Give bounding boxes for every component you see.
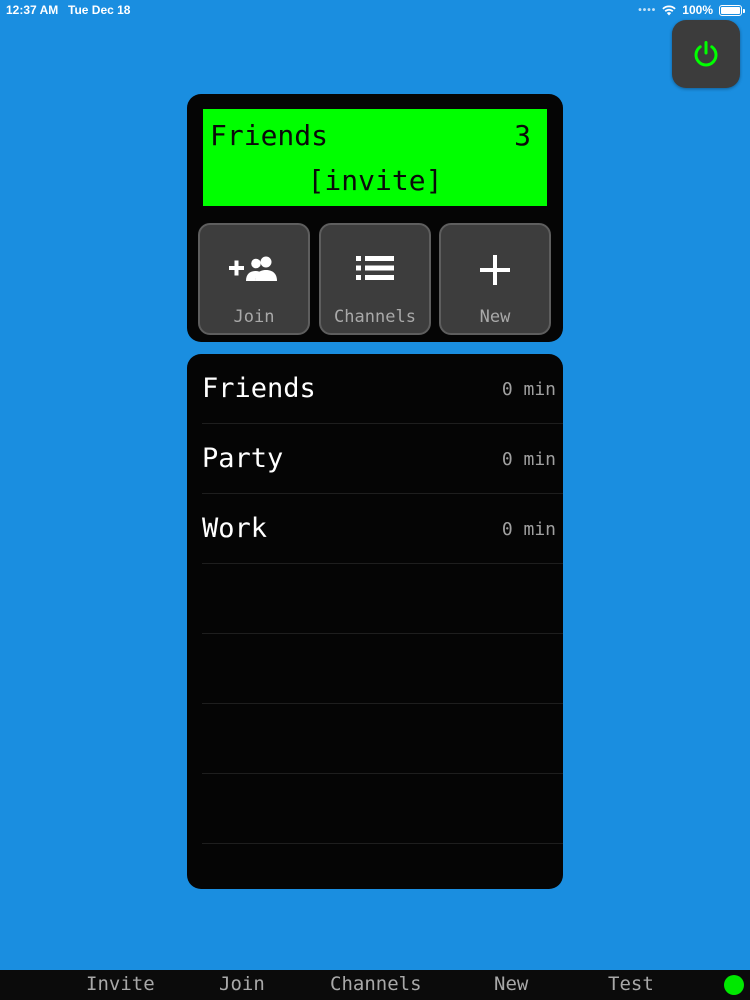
current-channel-name: Friends [210, 119, 329, 152]
connection-status-indicator [724, 975, 744, 995]
channel-time: 0 min [501, 519, 556, 540]
channel-row[interactable]: Friends 0 min [202, 354, 563, 424]
channel-display: Friends 3 [invite] [203, 109, 547, 206]
channels-button-label: Channels [334, 307, 416, 327]
empty-channel-row [202, 634, 563, 704]
empty-channel-row [202, 774, 563, 844]
wifi-icon [662, 5, 676, 15]
battery-percent: 100% [682, 3, 713, 17]
tab-test[interactable]: Test [608, 973, 654, 995]
channels-button[interactable]: Channels [319, 223, 431, 335]
channel-name: Party [202, 443, 284, 474]
power-button[interactable] [672, 20, 740, 88]
tab-channels[interactable]: Channels [330, 973, 422, 995]
channel-user-count: 3 [514, 119, 531, 152]
channel-name: Friends [202, 373, 316, 404]
status-time: 12:37 AM [6, 3, 59, 17]
battery-icon [719, 4, 745, 16]
battery-level [721, 6, 740, 14]
channel-time: 0 min [501, 449, 556, 470]
channel-row[interactable]: Work 0 min [202, 494, 563, 564]
empty-channel-row [202, 564, 563, 634]
power-icon [694, 41, 718, 67]
channel-row[interactable]: Party 0 min [202, 424, 563, 494]
bottom-tab-bar: Invite Join Channels New Test [0, 970, 750, 1000]
invite-link[interactable]: [invite] [203, 164, 547, 197]
list-icon [356, 256, 394, 280]
plus-icon [480, 255, 510, 285]
tab-join[interactable]: Join [219, 973, 265, 995]
channel-control-panel: Friends 3 [invite] Join Channels New [187, 94, 563, 342]
tab-invite[interactable]: Invite [86, 973, 155, 995]
empty-channel-row [202, 704, 563, 774]
channel-list: Friends 0 min Party 0 min Work 0 min [187, 354, 563, 889]
cellular-signal-icon: •••• [638, 4, 657, 16]
status-indicators: •••• 100% [638, 3, 745, 17]
channel-time: 0 min [501, 379, 556, 400]
tab-new[interactable]: New [494, 973, 528, 995]
new-channel-button[interactable]: New [439, 223, 551, 335]
join-button[interactable]: Join [198, 223, 310, 335]
status-date: Tue Dec 18 [68, 3, 131, 17]
new-button-label: New [479, 307, 511, 327]
add-users-icon [229, 256, 277, 281]
join-button-label: Join [233, 307, 275, 327]
status-bar: 12:37 AM Tue Dec 18 •••• 100% [0, 0, 750, 20]
channel-name: Work [202, 513, 268, 544]
